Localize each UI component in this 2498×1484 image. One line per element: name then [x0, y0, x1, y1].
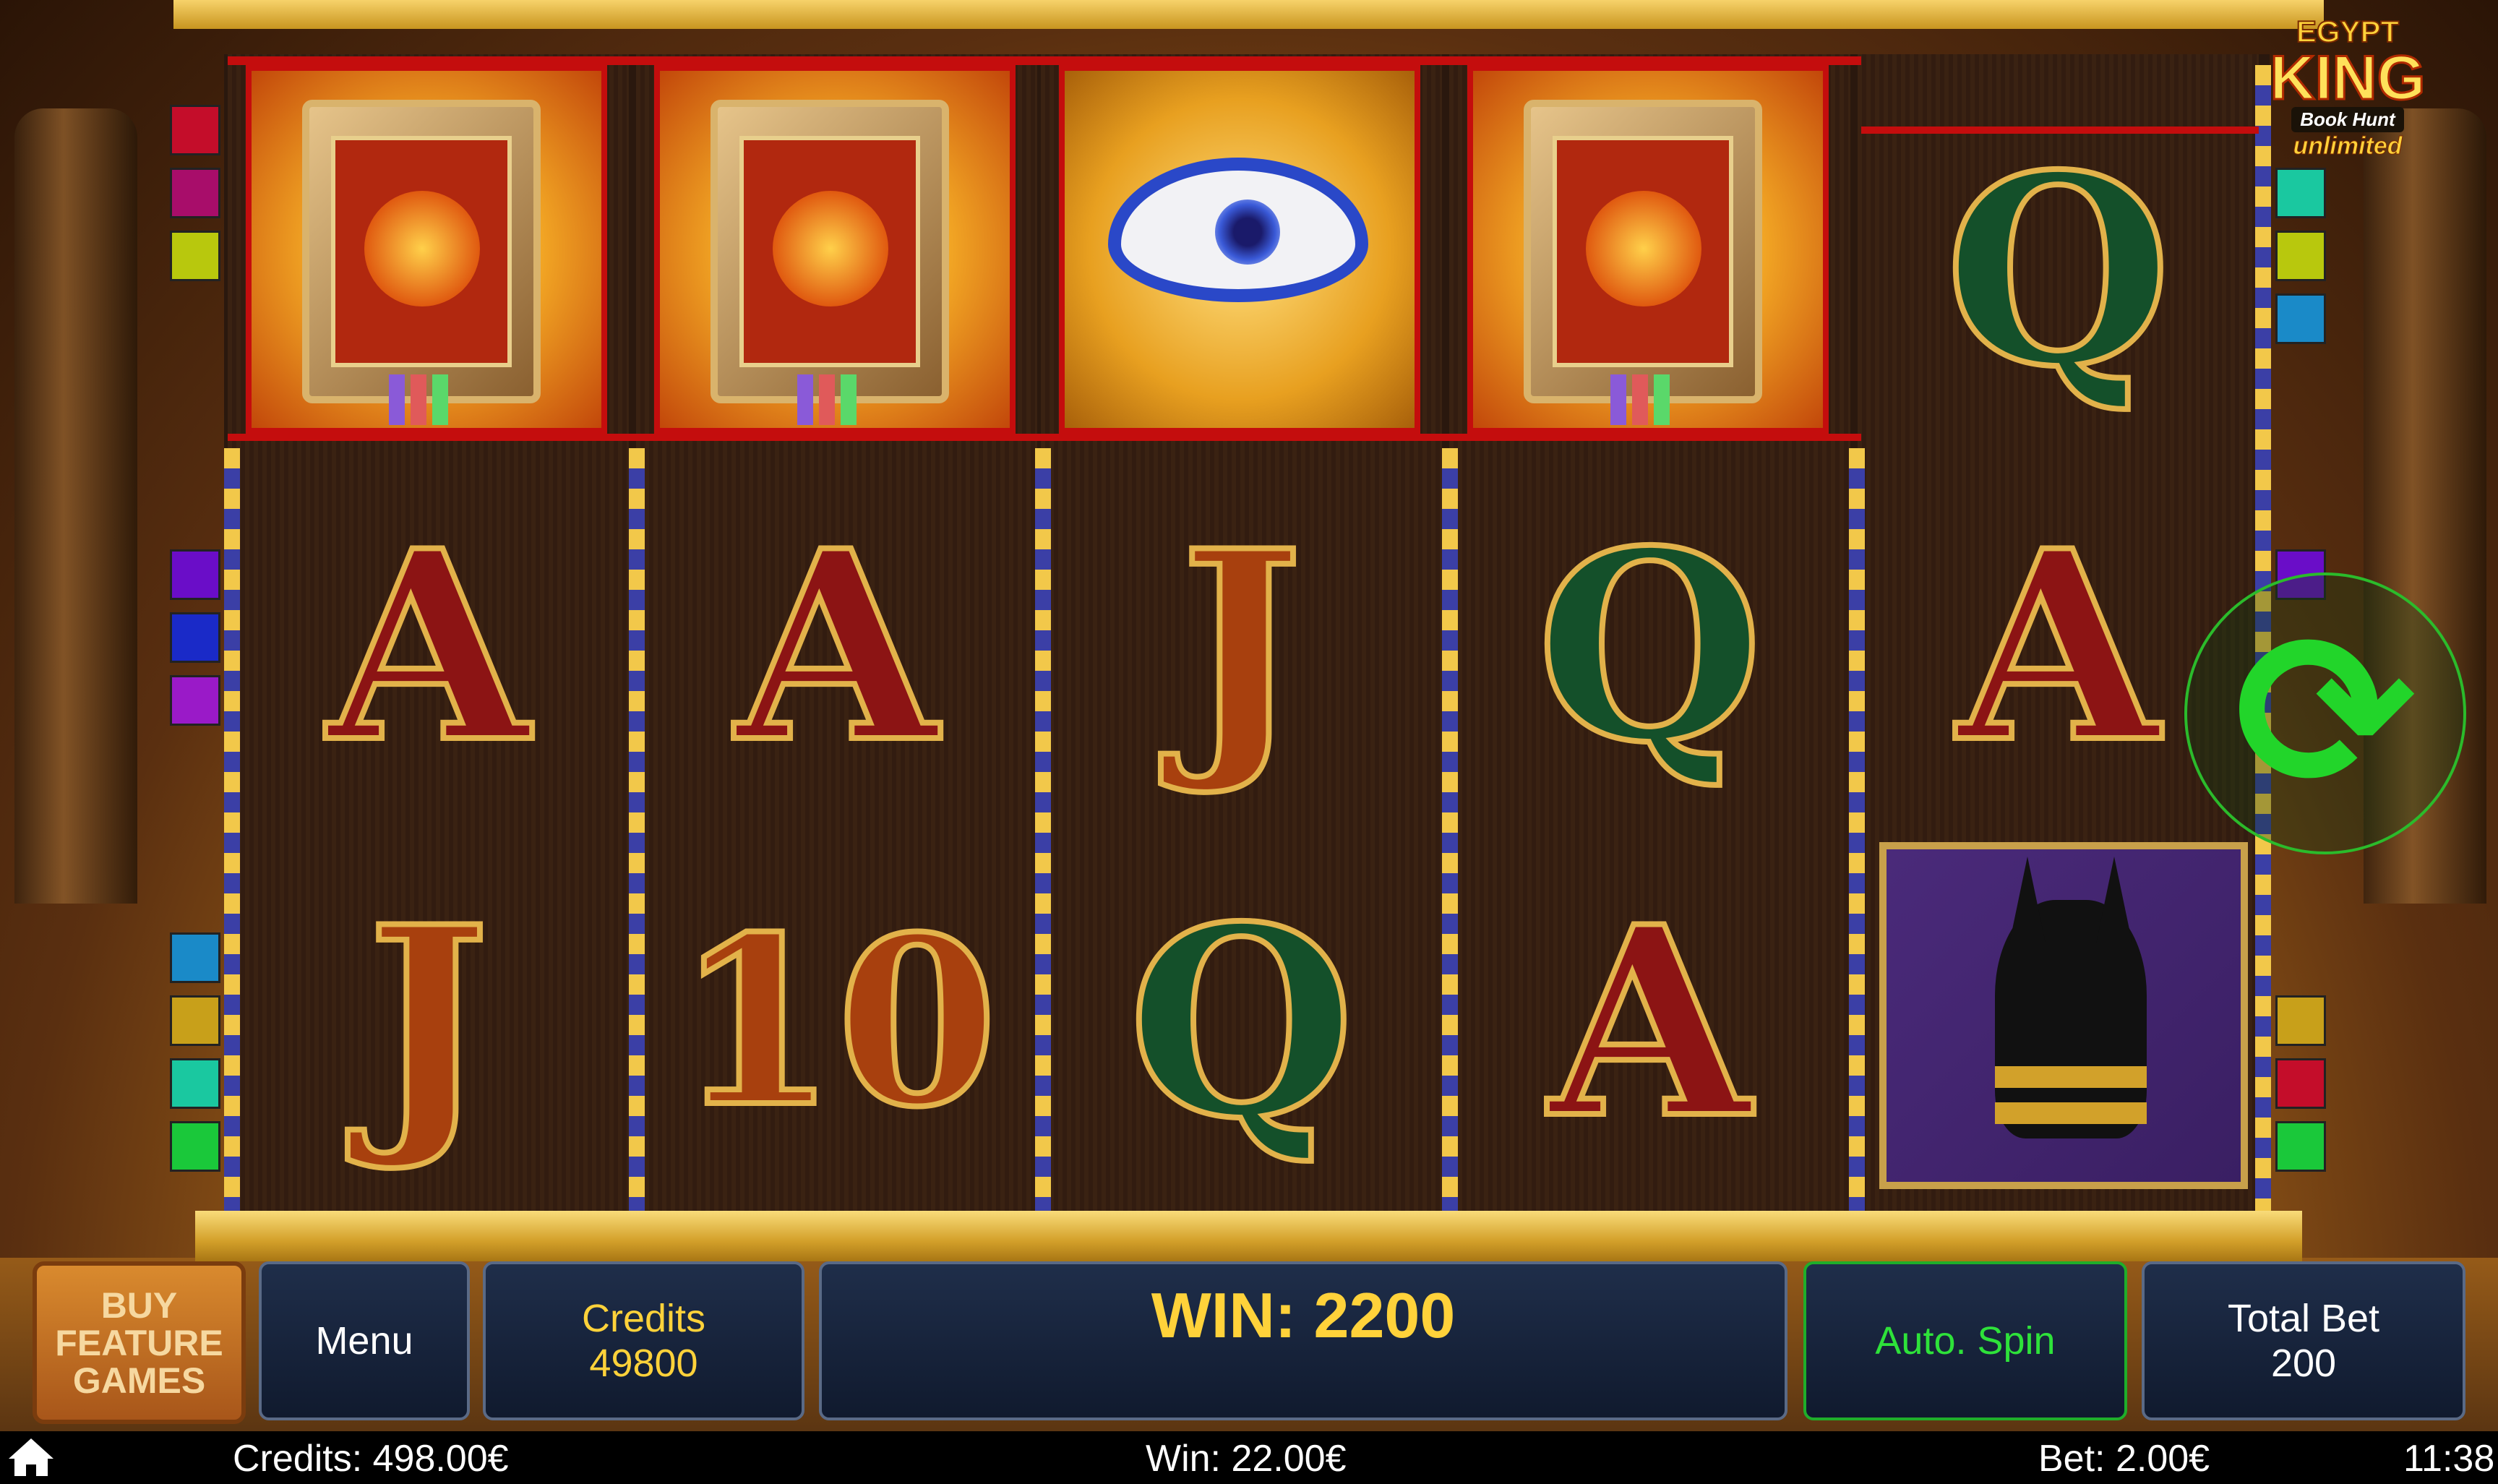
line-marker [170, 105, 220, 155]
line-marker [2275, 293, 2326, 344]
anubis-symbol [1879, 842, 2248, 1189]
home-icon[interactable] [6, 1436, 56, 1479]
line-marker [170, 1058, 220, 1109]
win-line [228, 434, 1861, 441]
refresh-arrows-icon: ⟳ [2234, 587, 2416, 839]
line-marker [170, 549, 220, 600]
line-marker [2275, 1121, 2326, 1172]
book-symbol [654, 65, 1016, 434]
win-amount: WIN: 2200 [1151, 1279, 1456, 1351]
win-panel: WIN: 2200 [819, 1261, 1787, 1420]
status-credits: Credits: 498.00€ [233, 1438, 509, 1480]
status-bet: Bet: 2.00€ [2038, 1438, 2210, 1480]
line-marker [2275, 995, 2326, 1046]
symbol-a: A [733, 494, 940, 799]
symbol-j: J [1177, 494, 1305, 799]
spin-button[interactable]: ⟳ [2184, 572, 2466, 854]
credits-panel: Credits 49800 [483, 1261, 804, 1420]
auto-spin-button[interactable]: Auto. Spin [1803, 1261, 2127, 1420]
reel-frame-bottom [195, 1211, 2302, 1261]
line-marker [170, 1121, 220, 1172]
menu-button[interactable]: Menu [259, 1261, 470, 1420]
status-time: 11:38 [2403, 1438, 2495, 1480]
book-symbol [246, 65, 607, 434]
line-marker [170, 675, 220, 726]
line-marker [170, 932, 220, 983]
symbol-q: Q [1125, 870, 1358, 1175]
book-symbol [1467, 65, 1829, 434]
symbol-j: J [364, 870, 492, 1175]
symbol-a: A [1954, 494, 2162, 799]
line-marker [170, 995, 220, 1046]
symbol-a: A [1546, 870, 1754, 1175]
status-win: Win: 22.00€ [1146, 1438, 1347, 1480]
line-marker [2275, 1058, 2326, 1109]
eye-of-horus-symbol [1059, 65, 1420, 434]
symbol-q: Q [1534, 494, 1767, 799]
reel-frame-top [173, 0, 2324, 29]
total-bet-button[interactable]: Total Bet 200 [2142, 1261, 2465, 1420]
line-marker [2275, 231, 2326, 281]
buy-feature-games-button[interactable]: BUY FEATURE GAMES [33, 1261, 246, 1424]
line-marker [170, 168, 220, 218]
win-line [228, 56, 1861, 65]
status-bar: Credits: 498.00€ Win: 22.00€ Bet: 2.00€ … [0, 1431, 2498, 1484]
game-logo: EGYPT KING Book Hunt unlimited [2269, 14, 2426, 160]
line-marker [170, 231, 220, 281]
line-marker [2275, 168, 2326, 218]
left-pillar [14, 108, 137, 904]
symbol-q: Q [1942, 118, 2175, 424]
symbol-10: 10 [673, 887, 1000, 1158]
symbol-a: A [325, 494, 532, 799]
line-marker [170, 612, 220, 663]
